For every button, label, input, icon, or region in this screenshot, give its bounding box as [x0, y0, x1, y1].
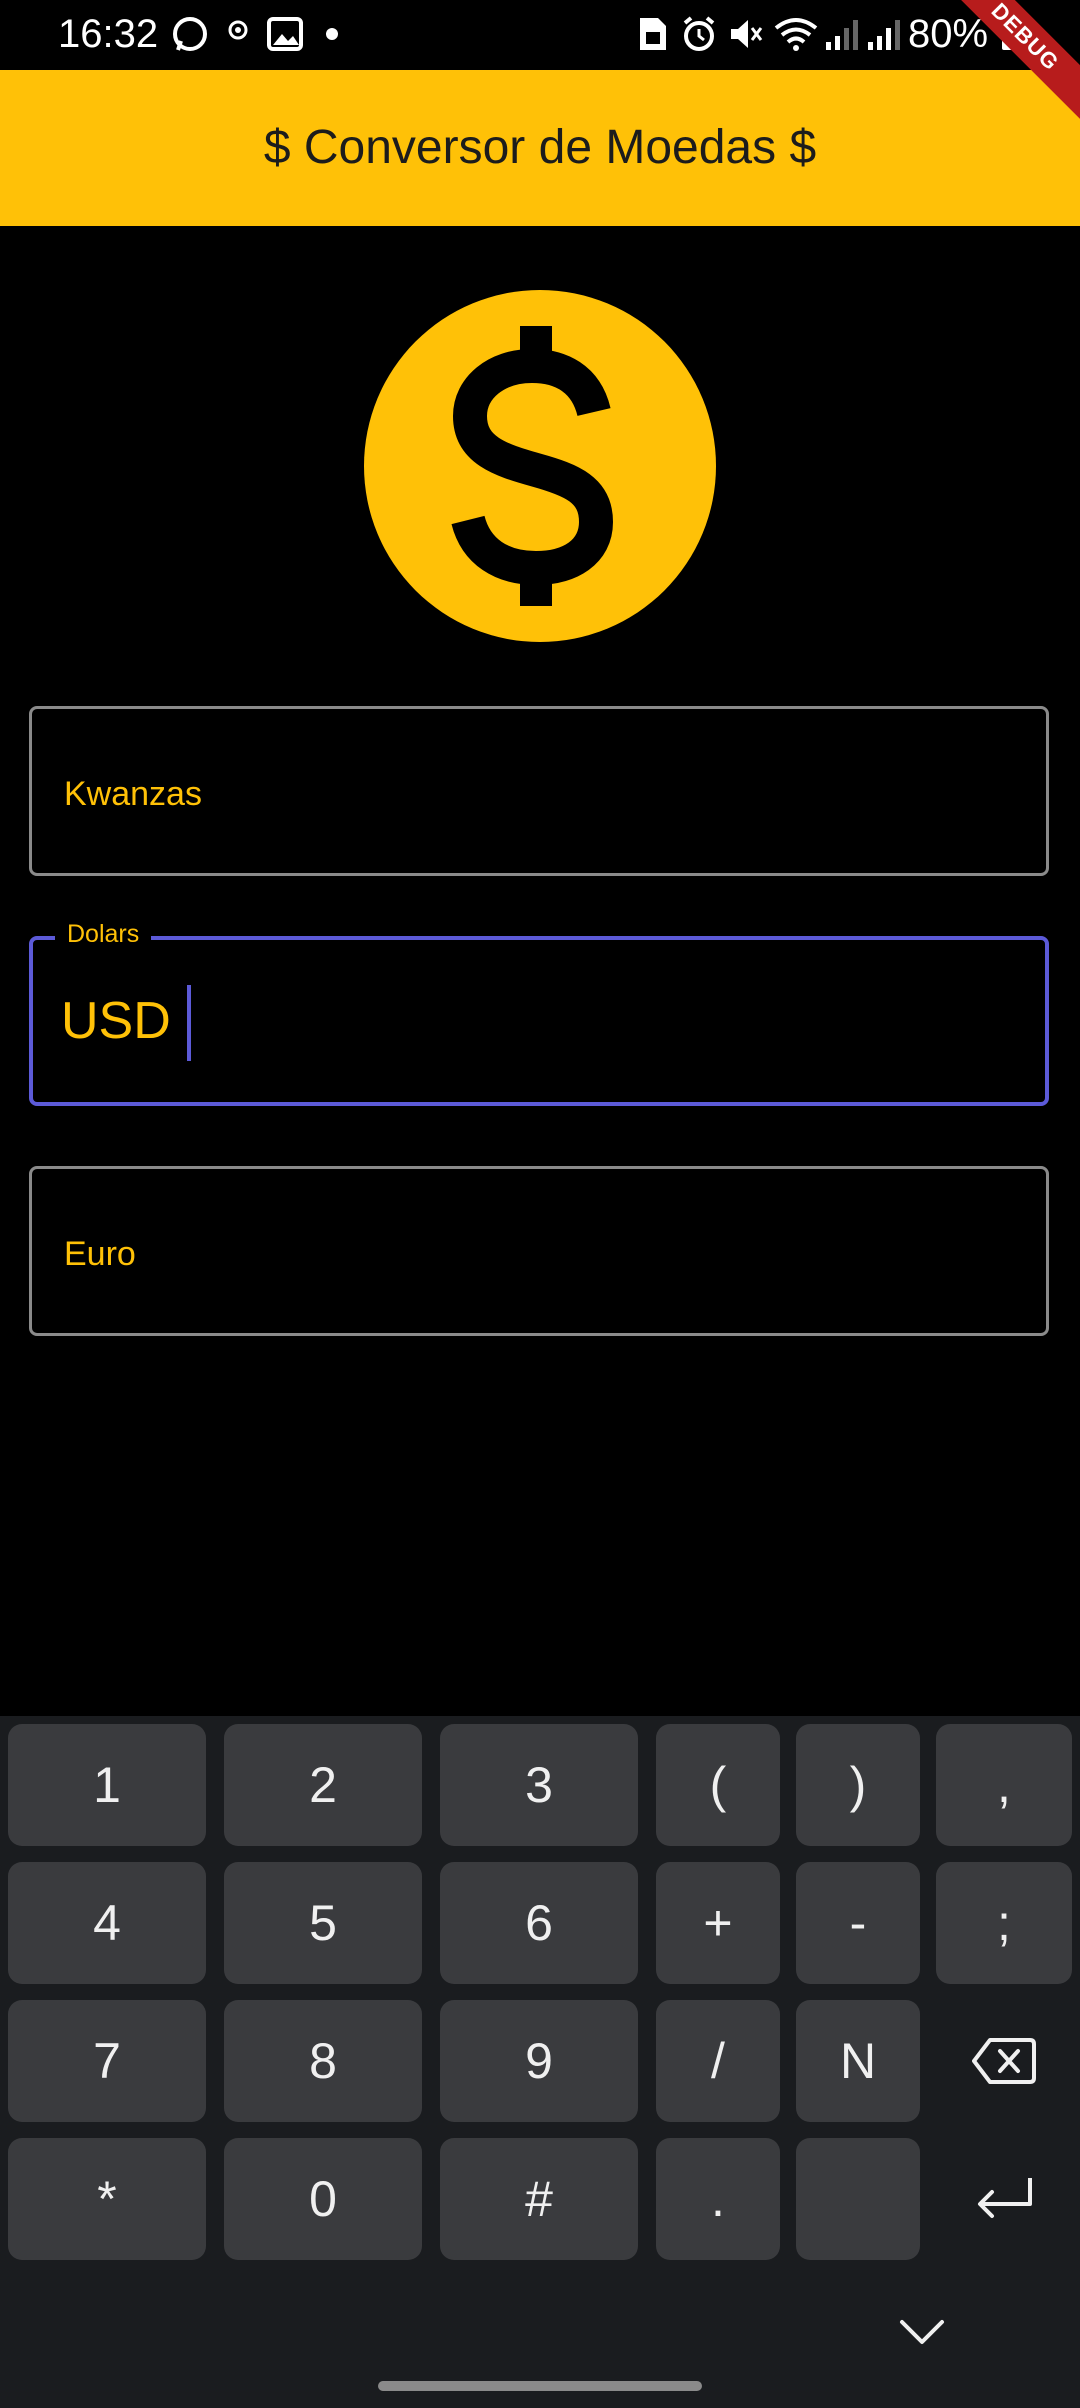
status-bar: 16:32 80% — [0, 0, 1080, 70]
key-4[interactable]: 4 — [8, 1862, 206, 1984]
gallery-icon — [267, 17, 303, 51]
key-5[interactable]: 5 — [224, 1862, 422, 1984]
key-close-paren[interactable]: ) — [796, 1724, 920, 1846]
key-open-paren[interactable]: ( — [656, 1724, 780, 1846]
key-0[interactable]: 0 — [224, 2138, 422, 2260]
key-slash[interactable]: / — [656, 2000, 780, 2122]
signal-icon-1 — [826, 20, 858, 50]
key-semicolon[interactable]: ; — [936, 1862, 1072, 1984]
dollar-sign-icon — [451, 326, 614, 606]
key-plus[interactable]: + — [656, 1862, 780, 1984]
key-3[interactable]: 3 — [440, 1724, 638, 1846]
key-8[interactable]: 8 — [224, 2000, 422, 2122]
hide-keyboard-icon[interactable] — [898, 2316, 946, 2348]
key-2[interactable]: 2 — [224, 1724, 422, 1846]
dollar-coin-logo — [364, 290, 716, 642]
alarm-icon — [683, 16, 715, 51]
backspace-icon[interactable] — [972, 2036, 1036, 2086]
key-7[interactable]: 7 — [8, 2000, 206, 2122]
key-asterisk[interactable]: * — [8, 2138, 206, 2260]
key-6[interactable]: 6 — [440, 1862, 638, 1984]
enter-icon[interactable] — [972, 2174, 1036, 2224]
key-1[interactable]: 1 — [8, 1724, 206, 1846]
dolars-input[interactable] — [61, 986, 961, 1056]
key-period[interactable]: . — [656, 2138, 780, 2260]
dolars-floating-label: Dolars — [55, 920, 152, 949]
battery-percent: 80% — [908, 12, 989, 56]
sim-card-icon — [640, 18, 666, 50]
wifi-icon — [774, 18, 818, 51]
euro-label: Euro — [64, 1235, 136, 1273]
mute-icon — [731, 20, 763, 48]
key-9[interactable]: 9 — [440, 2000, 638, 2122]
key-minus[interactable]: - — [796, 1862, 920, 1984]
numeric-keyboard: 1 2 3 ( ) , 4 5 6 + - ; 7 8 9 / N * 0 # … — [0, 1716, 1080, 2408]
whatsapp-icon — [173, 17, 207, 51]
page-title: $ Conversor de Moedas $ — [263, 121, 817, 174]
euro-field[interactable]: Euro — [29, 1166, 1049, 1336]
key-comma[interactable]: , — [936, 1724, 1072, 1846]
dolars-field[interactable]: Dolars — [29, 920, 1049, 1106]
app-notification-icon — [228, 20, 248, 40]
key-hash[interactable]: # — [440, 2138, 638, 2260]
kwanzas-label: Kwanzas — [64, 775, 202, 813]
battery-icon — [1002, 16, 1020, 50]
key-space[interactable] — [796, 2138, 920, 2260]
kwanzas-field[interactable]: Kwanzas — [29, 706, 1049, 876]
signal-icon-2 — [868, 20, 900, 50]
key-n[interactable]: N — [796, 2000, 920, 2122]
app-bar: $ Conversor de Moedas $ — [0, 70, 1080, 226]
status-time: 16:32 — [58, 12, 159, 56]
dot-icon — [326, 28, 338, 40]
navigation-handle[interactable] — [378, 2381, 702, 2391]
text-cursor — [187, 985, 191, 1061]
